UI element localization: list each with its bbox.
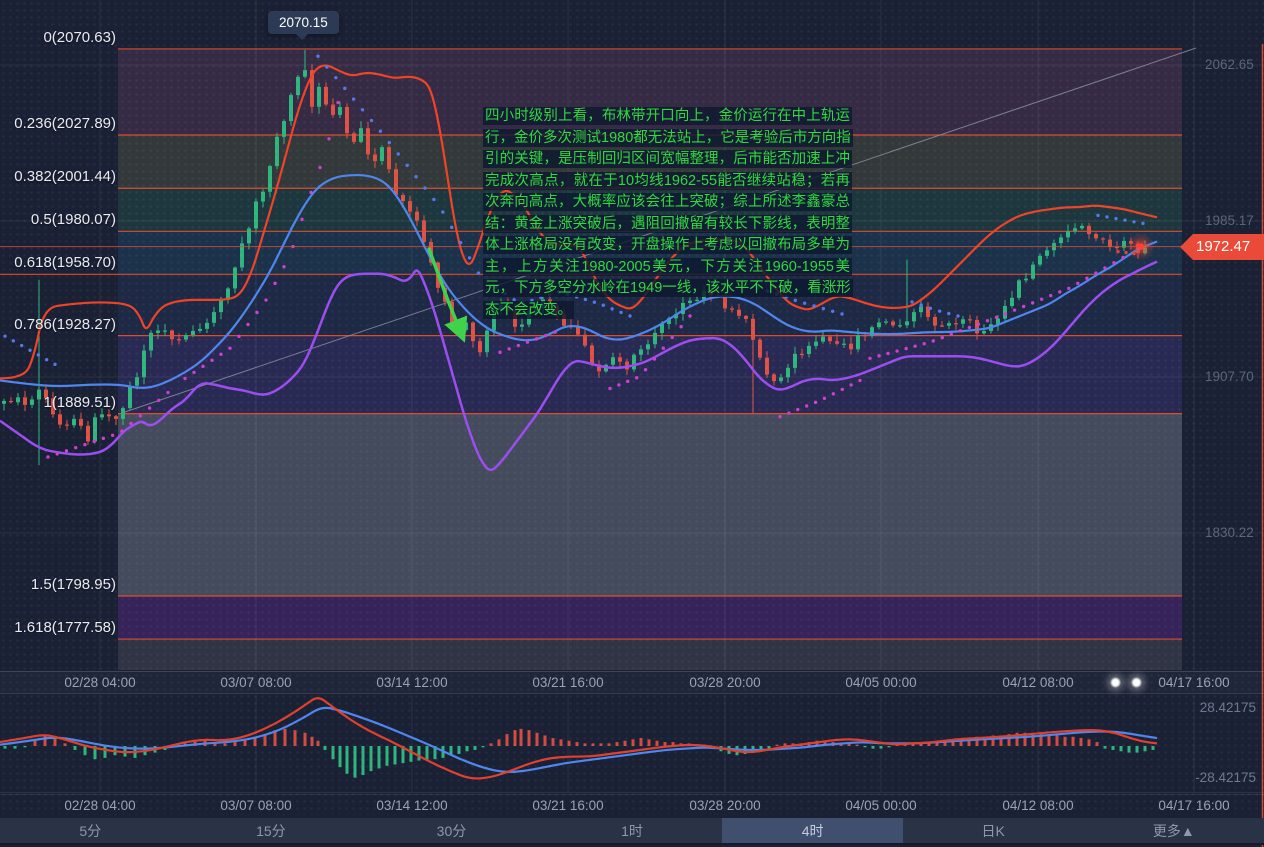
- timeframe-bar: 5分15分30分1时4时日K更多▲: [0, 818, 1264, 845]
- fib-level-label: 1.5(1798.95): [31, 576, 116, 594]
- timeframe-button-4时[interactable]: 4时: [722, 818, 903, 843]
- timeframe-button-日K[interactable]: 日K: [903, 818, 1084, 843]
- time-axis-label: 03/28 20:00: [675, 675, 775, 690]
- fib-level-label: 0.786(1928.27): [14, 316, 116, 334]
- timeframe-button-1时[interactable]: 1时: [542, 818, 723, 843]
- time-axis-label: 03/14 12:00: [362, 798, 462, 813]
- fib-level-label: 0.236(2027.89): [14, 115, 116, 133]
- current-price-value: 1972.47: [1196, 238, 1250, 255]
- price-axis-label: 1830.22: [1205, 525, 1264, 541]
- trading-chart-app: 0(2070.63) 0.236(2027.89) 0.382(2001.44) 0.…: [0, 0, 1264, 847]
- timeframe-button-15分[interactable]: 15分: [181, 818, 362, 843]
- high-price-tooltip: 2070.15: [268, 11, 339, 34]
- fib-level-label: 1(1889.51): [43, 394, 116, 412]
- time-axis-label: 02/28 04:00: [50, 675, 150, 690]
- time-axis-bottom[interactable]: 02/28 04:00 03/07 08:00 03/14 12:00 03/21 1…: [0, 794, 1264, 815]
- timeframe-button-5分[interactable]: 5分: [0, 818, 181, 843]
- fib-level-label: 0.382(2001.44): [14, 168, 116, 186]
- time-axis-label: 03/21 16:00: [518, 675, 618, 690]
- time-axis-label: 03/28 20:00: [675, 798, 775, 813]
- timeframe-button-30分[interactable]: 30分: [361, 818, 542, 843]
- pager-dot[interactable]: [1110, 677, 1121, 688]
- time-axis-top[interactable]: 02/28 04:00 03/07 08:00 03/14 12:00 03/21 1…: [0, 671, 1264, 694]
- fib-level-label: 1.618(1777.58): [14, 619, 116, 637]
- time-axis-label: 04/12 08:00: [988, 675, 1088, 690]
- time-axis-label: 04/05 00:00: [831, 675, 931, 690]
- fib-level-label: 0.5(1980.07): [31, 211, 116, 229]
- price-axis-label: 1985.17: [1205, 213, 1264, 229]
- fib-labels-layer: 0(2070.63) 0.236(2027.89) 0.382(2001.44) 0.…: [0, 0, 120, 670]
- time-axis-label: 03/21 16:00: [518, 798, 618, 813]
- pager-dot[interactable]: [1131, 677, 1142, 688]
- analysis-annotation-text: 四小时级别上看，布林带开口向上，金价运行在中上轨运行，金价多次测试1980都无法…: [483, 107, 853, 319]
- time-axis-label: 04/17 16:00: [1144, 675, 1244, 690]
- time-axis-label: 02/28 04:00: [50, 798, 150, 813]
- high-price-value: 2070.15: [279, 15, 328, 30]
- timeframe-button-更多-more[interactable]: 更多▲: [1083, 818, 1264, 843]
- time-axis-label: 04/12 08:00: [988, 798, 1088, 813]
- time-axis-label: 04/05 00:00: [831, 798, 931, 813]
- time-axis-label: 03/14 12:00: [362, 675, 462, 690]
- analysis-annotation: 四小时级别上看，布林带开口向上，金价运行在中上轨运行，金价多次测试1980都无法…: [483, 106, 852, 321]
- time-axis-label: 03/07 08:00: [206, 675, 306, 690]
- fib-level-label: 0.618(1958.70): [14, 254, 116, 272]
- price-axis-label: 2062.65: [1205, 57, 1264, 73]
- time-axis-label: 03/07 08:00: [206, 798, 306, 813]
- time-axis-label: 04/17 16:00: [1144, 798, 1244, 813]
- current-price-tag: 1972.47: [1180, 234, 1264, 260]
- price-axis-label: 1907.70: [1205, 369, 1264, 385]
- fib-level-label: 0(2070.63): [43, 29, 116, 47]
